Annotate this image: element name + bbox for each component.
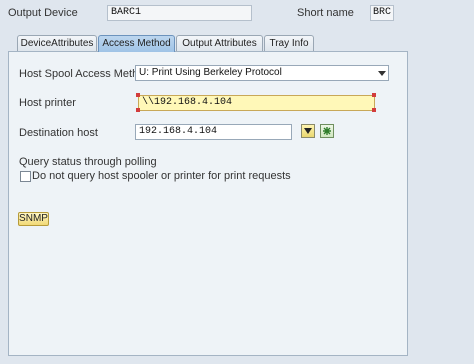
short-name-field[interactable]: BRC <box>370 5 394 21</box>
no-query-checkbox[interactable] <box>20 171 31 182</box>
snmp-button[interactable]: SNMP <box>18 212 49 226</box>
network-icon <box>323 127 331 135</box>
access-method-label: Host Spool Access Method <box>19 68 151 80</box>
destination-host-label: Destination host <box>19 127 98 139</box>
tab-output-attributes[interactable]: Output Attributes <box>176 35 263 52</box>
tab-tray-info[interactable]: Tray Info <box>264 35 314 52</box>
triangle-down-icon <box>304 128 312 134</box>
destination-host-field[interactable]: 192.168.4.104 <box>135 124 292 140</box>
test-connection-button[interactable] <box>320 124 334 138</box>
output-device-label: Output Device <box>8 7 78 19</box>
dropdown-help-button[interactable] <box>301 124 315 138</box>
required-marker-icon <box>372 93 376 97</box>
access-method-value: U: Print Using Berkeley Protocol <box>139 67 282 78</box>
access-method-panel: Host Spool Access Method U: Print Using … <box>8 51 408 356</box>
query-status-label: Query status through polling <box>19 156 157 168</box>
short-name-label: Short name <box>297 7 354 19</box>
host-printer-field[interactable]: \\192.168.4.104 <box>138 95 375 111</box>
chevron-down-icon[interactable] <box>375 66 388 80</box>
no-query-label: Do not query host spooler or printer for… <box>32 170 291 182</box>
access-method-select[interactable]: U: Print Using Berkeley Protocol <box>135 65 389 81</box>
tab-device-attributes[interactable]: DeviceAttributes <box>17 35 97 52</box>
required-marker-icon <box>136 93 140 97</box>
output-device-field[interactable]: BARC1 <box>107 5 252 21</box>
tab-access-method[interactable]: Access Method <box>98 35 175 52</box>
required-marker-icon <box>372 108 376 112</box>
host-printer-label: Host printer <box>19 97 76 109</box>
required-marker-icon <box>136 108 140 112</box>
